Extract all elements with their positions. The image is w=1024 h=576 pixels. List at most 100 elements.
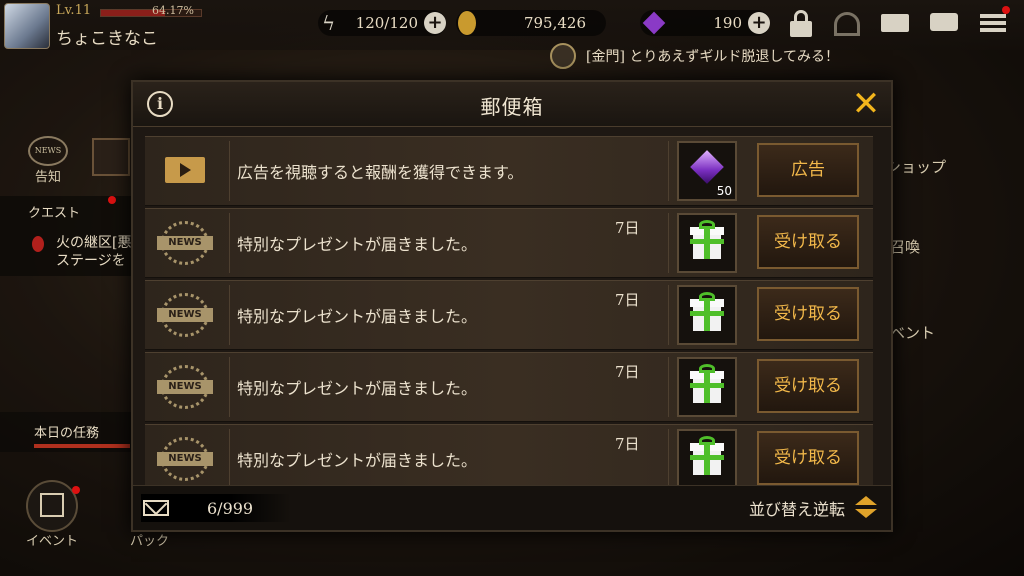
- mail-days: 7日: [615, 363, 640, 381]
- watch-ad-button[interactable]: 広告: [757, 143, 859, 197]
- news-icon-text: NEWS: [157, 380, 213, 394]
- mail-count-value: 6/999: [207, 498, 254, 518]
- quest-tab[interactable]: クエスト: [28, 202, 80, 221]
- receive-button[interactable]: 受け取る: [757, 431, 859, 485]
- menu-badge: [1002, 6, 1010, 14]
- mailbox-header: i 郵便箱 ✕: [133, 82, 891, 127]
- event-menu-item[interactable]: ベント: [890, 322, 935, 343]
- player-name[interactable]: ちょこきなこ: [56, 24, 158, 49]
- mail-row: NEWS 特別なプレゼントが届きました。 7日 受け取る: [145, 208, 873, 278]
- news-label: 告知: [34, 170, 61, 185]
- shop-menu-item[interactable]: ショップ: [886, 156, 946, 177]
- mail-row: NEWS 特別なプレゼントが届きました。 7日 受け取る: [145, 280, 873, 350]
- reward-slot[interactable]: [677, 285, 737, 345]
- mail-text: 広告を視聴すると報酬を獲得できます。: [237, 163, 524, 182]
- mail-count: 6/999: [141, 494, 291, 522]
- daily-mission-label: 本日の任務: [34, 426, 100, 441]
- news-icon: NEWS: [157, 217, 215, 269]
- event-star-icon: [40, 493, 64, 517]
- news-icon-text: NEWS: [157, 452, 213, 466]
- mailbox-title: 郵便箱: [480, 95, 544, 119]
- reward-slot[interactable]: 50: [677, 141, 737, 201]
- quest-panel[interactable]: クエスト 火の継区[悪 ステージを: [0, 196, 140, 276]
- reward-qty: 50: [716, 184, 732, 198]
- row-divider: [668, 285, 669, 345]
- player-level: Lv.11: [56, 3, 92, 18]
- stamina-display: ϟ 120/120 +: [318, 10, 446, 36]
- row-divider: [229, 213, 230, 273]
- reward-slot[interactable]: [677, 429, 737, 486]
- ticker-text: [金門] とりあえずギルド脱退してみる！: [586, 49, 839, 65]
- receive-button[interactable]: 受け取る: [757, 215, 859, 269]
- gem-icon: [690, 150, 724, 184]
- guild-emblem-icon: [550, 43, 576, 69]
- news-icon: NEWS: [157, 361, 215, 413]
- row-divider: [229, 141, 230, 201]
- receive-button[interactable]: 受け取る: [757, 359, 859, 413]
- event-badge: [72, 486, 80, 494]
- video-icon: [157, 145, 215, 197]
- daily-mission-panel[interactable]: 本日の任務: [0, 412, 135, 452]
- sort-toggle[interactable]: 並び替え逆転: [749, 496, 877, 520]
- lightning-icon: ϟ: [322, 11, 336, 35]
- receive-button[interactable]: 受け取る: [757, 287, 859, 341]
- mail-days: 7日: [615, 291, 640, 309]
- row-divider: [668, 141, 669, 201]
- row-divider: [229, 357, 230, 417]
- mailbox-modal: i 郵便箱 ✕ 広告を視聴すると報酬を獲得できます。 50 広告 NEWS 特別なプレゼ…: [131, 80, 893, 532]
- home-icon[interactable]: [92, 138, 130, 176]
- mail-row: 広告を視聴すると報酬を獲得できます。 50 広告: [145, 136, 873, 206]
- coin-icon: [458, 11, 476, 35]
- mail-text: 特別なプレゼントが届きました。: [237, 379, 478, 398]
- quest-text-1: 火の継区[悪: [56, 235, 132, 251]
- xp-percent: 64.17%: [152, 4, 194, 17]
- quest-badge: [108, 196, 116, 204]
- reward-slot[interactable]: [677, 357, 737, 417]
- news-icon: NEWS: [28, 136, 68, 166]
- news-button[interactable]: NEWS 告知: [28, 136, 68, 185]
- envelope-icon: [143, 500, 169, 516]
- mail-row: NEWS 特別なプレゼントが届きました。 7日 受け取る: [145, 424, 873, 486]
- close-button[interactable]: ✕: [849, 87, 883, 121]
- sort-label: 並び替え逆転: [748, 500, 845, 519]
- gate-icon[interactable]: [832, 8, 862, 38]
- summon-menu-item[interactable]: 召喚: [890, 236, 920, 257]
- news-icon: NEWS: [157, 433, 215, 485]
- mail-text: 特別なプレゼントが届きました。: [237, 235, 478, 254]
- news-icon-text: NEWS: [157, 236, 213, 250]
- add-stamina-button[interactable]: +: [424, 12, 446, 34]
- gem-value: 190: [713, 14, 742, 32]
- flame-icon: [32, 236, 44, 252]
- chat-icon[interactable]: [928, 8, 958, 38]
- news-icon: NEWS: [157, 289, 215, 341]
- row-divider: [229, 429, 230, 486]
- gold-display: 795,426: [456, 10, 606, 36]
- mail-text: 特別なプレゼントが届きました。: [237, 307, 478, 326]
- row-divider: [668, 357, 669, 417]
- add-gems-button[interactable]: +: [748, 12, 770, 34]
- gold-value: 795,426: [523, 14, 586, 32]
- lock-icon[interactable]: [786, 8, 816, 38]
- mail-row: NEWS 特別なプレゼントが届きました。 7日 受け取る: [145, 352, 873, 422]
- row-divider: [229, 285, 230, 345]
- gem-display: 190 +: [640, 10, 770, 36]
- event-button[interactable]: [26, 480, 78, 532]
- quest-text-2: ステージを: [56, 253, 126, 269]
- mail-days: 7日: [615, 219, 640, 237]
- reward-slot[interactable]: [677, 213, 737, 273]
- mail-list[interactable]: 広告を視聴すると報酬を獲得できます。 50 広告 NEWS 特別なプレゼントが届きました…: [141, 134, 881, 486]
- mail-icon[interactable]: [880, 8, 910, 38]
- top-hud: Lv.11 64.17% ちょこきなこ ϟ 120/120 + 795,426 …: [0, 0, 1024, 50]
- news-icon-text: NEWS: [157, 308, 213, 322]
- mailbox-footer: 6/999 並び替え逆転: [133, 485, 891, 530]
- mail-days: 7日: [615, 435, 640, 453]
- avatar[interactable]: [4, 3, 50, 49]
- row-divider: [668, 213, 669, 273]
- stamina-value: 120/120: [355, 14, 418, 32]
- daily-mission-bar: [34, 444, 130, 448]
- pack-label: パック: [130, 534, 170, 549]
- event-label: イベント: [26, 534, 79, 549]
- row-divider: [668, 429, 669, 486]
- sort-arrows-icon: [855, 496, 877, 520]
- mail-text: 特別なプレゼントが届きました。: [237, 451, 478, 470]
